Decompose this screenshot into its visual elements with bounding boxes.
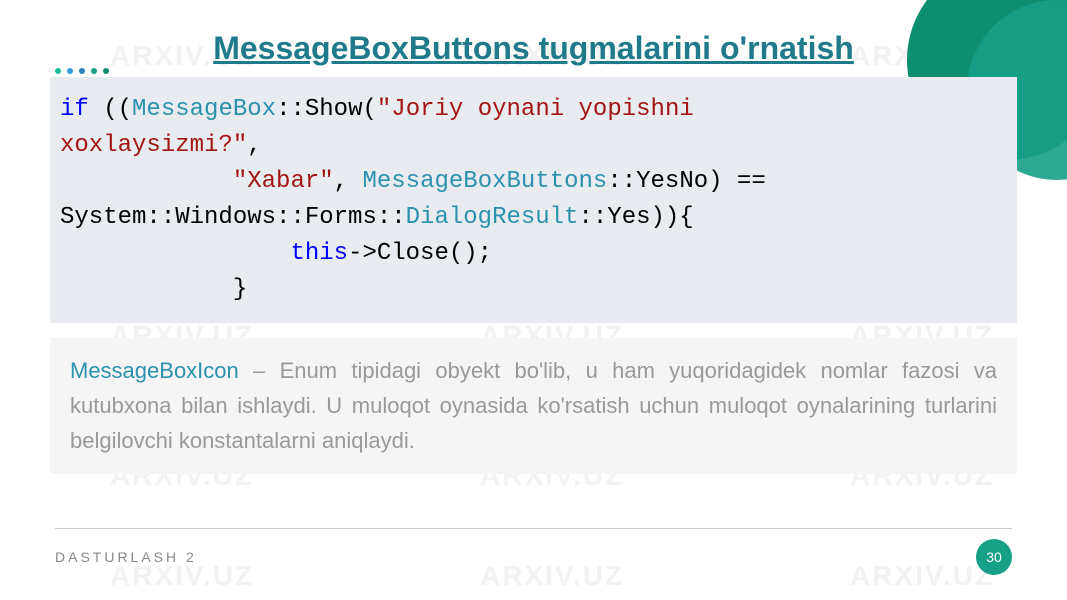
code-line-1: if ((MessageBox::Show("Joriy oynani yopi… <box>60 92 1007 128</box>
description-block: MessageBoxIcon – Enum tipidagi obyekt bo… <box>50 338 1017 474</box>
code-line-2: xoxlaysizmi?", <box>60 128 1007 164</box>
code-block: if ((MessageBox::Show("Joriy oynani yopi… <box>50 77 1017 323</box>
footer-course-name: DASTURLASH 2 <box>55 549 197 565</box>
description-dash: – <box>239 358 280 383</box>
title-section: MessageBoxButtons tugmalarini o'rnatish <box>50 30 1017 67</box>
footer: DASTURLASH 2 30 <box>55 528 1012 575</box>
code-line-6: } <box>60 272 1007 308</box>
code-line-3: "Xabar", MessageBoxButtons::YesNo) == <box>60 164 1007 200</box>
description-type-name: MessageBoxIcon <box>70 358 239 383</box>
decorative-dots <box>55 68 109 74</box>
page-number: 30 <box>976 539 1012 575</box>
main-content: MessageBoxButtons tugmalarini o'rnatish … <box>0 0 1067 494</box>
code-line-5: this->Close(); <box>60 236 1007 272</box>
page-title: MessageBoxButtons tugmalarini o'rnatish <box>213 30 854 67</box>
code-line-4: System::Windows::Forms::DialogResult::Ye… <box>60 200 1007 236</box>
